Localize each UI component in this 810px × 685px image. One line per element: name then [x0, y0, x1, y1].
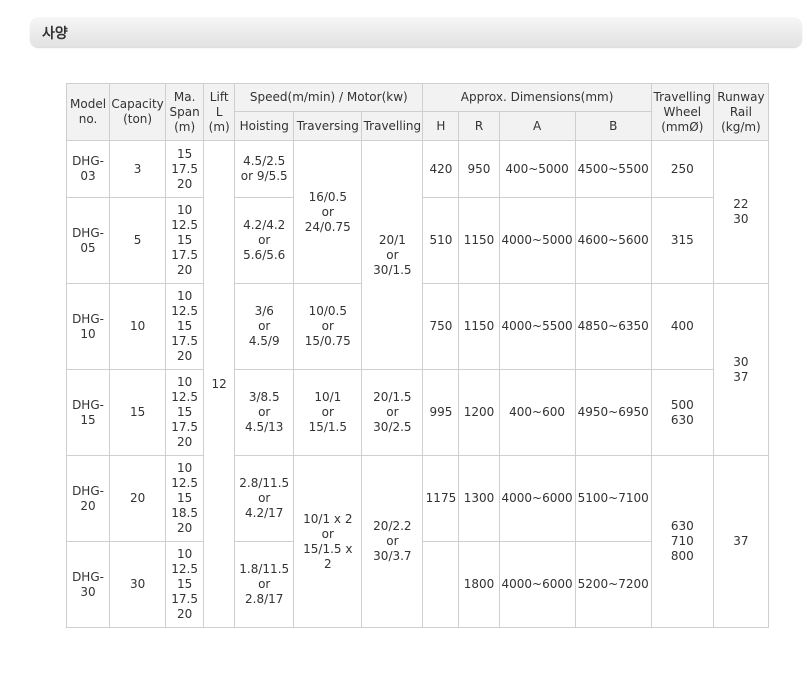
header-span: Ma. Span (m) — [165, 83, 205, 141]
cell-b: 5100~7100 — [574, 455, 652, 542]
cell-lift: 12 — [203, 140, 236, 628]
cell-traversing: 10/1 x 2 or 15/1.5 x 2 — [293, 455, 363, 628]
header-travelling: Travelling — [361, 111, 424, 141]
cell-b: 4850~6350 — [574, 283, 652, 370]
cell-capacity: 5 — [109, 197, 167, 284]
cell-hoisting: 4.5/2.5 or 9/5.5 — [234, 140, 295, 198]
header-a: A — [498, 111, 576, 141]
cell-a: 4000~6000 — [498, 541, 576, 628]
cell-span: 10 12.5 15 17.5 20 — [165, 283, 205, 370]
cell-rail: 22 30 — [712, 140, 770, 284]
cell-capacity: 15 — [109, 369, 167, 456]
cell-model: DHG- 10 — [65, 283, 111, 370]
cell-r: 1150 — [458, 283, 500, 370]
cell-hoisting: 1.8/11.5 or 2.8/17 — [234, 541, 295, 628]
header-speed-group: Speed(m/min) / Motor(kw) — [234, 83, 424, 112]
cell-traversing: 16/0.5 or 24/0.75 — [293, 140, 363, 284]
cell-r: 1800 — [458, 541, 500, 628]
header-b: B — [574, 111, 652, 141]
header-lift: Lift L (m) — [203, 83, 236, 141]
cell-h — [422, 541, 460, 628]
table-body: DHG- 03 3 15 17.5 20 12 4.5/2.5 or 9/5.5… — [65, 140, 770, 628]
cell-model: DHG- 15 — [65, 369, 111, 456]
cell-rail: 37 — [712, 455, 770, 628]
cell-b: 4500~5500 — [574, 140, 652, 198]
header-traversing: Traversing — [293, 111, 363, 141]
cell-travelling: 20/1 or 30/1.5 — [361, 140, 424, 370]
header-r: R — [458, 111, 500, 141]
cell-wheel: 630 710 800 — [650, 455, 714, 628]
cell-h: 995 — [422, 369, 460, 456]
cell-r: 1150 — [458, 197, 500, 284]
cell-wheel: 500 630 — [650, 369, 714, 456]
header-dimensions-group: Approx. Dimensions(mm) — [422, 83, 652, 112]
cell-r: 1200 — [458, 369, 500, 456]
cell-b: 4600~5600 — [574, 197, 652, 284]
cell-wheel: 250 — [650, 140, 714, 198]
cell-capacity: 30 — [109, 541, 167, 628]
header-h: H — [422, 111, 460, 141]
cell-wheel: 400 — [650, 283, 714, 370]
cell-a: 4000~5000 — [498, 197, 576, 284]
cell-span: 15 17.5 20 — [165, 140, 205, 198]
cell-a: 4000~5500 — [498, 283, 576, 370]
cell-wheel: 315 — [650, 197, 714, 284]
cell-span: 10 12.5 15 17.5 20 — [165, 369, 205, 456]
cell-a: 4000~6000 — [498, 455, 576, 542]
cell-hoisting: 3/8.5 or 4.5/13 — [234, 369, 295, 456]
cell-rail: 30 37 — [712, 283, 770, 456]
section-header: 사양 — [30, 17, 802, 47]
cell-b: 5200~7200 — [574, 541, 652, 628]
cell-h: 750 — [422, 283, 460, 370]
cell-r: 950 — [458, 140, 500, 198]
cell-hoisting: 2.8/11.5 or 4.2/17 — [234, 455, 295, 542]
cell-span: 10 12.5 15 17.5 20 — [165, 541, 205, 628]
cell-b: 4950~6950 — [574, 369, 652, 456]
header-model: Model no. — [65, 83, 111, 141]
header-rail: Runway Rail (kg/m) — [712, 83, 770, 141]
cell-traversing: 10/0.5 or 15/0.75 — [293, 283, 363, 370]
cell-a: 400~5000 — [498, 140, 576, 198]
cell-span: 10 12.5 15 17.5 20 — [165, 197, 205, 284]
cell-hoisting: 4.2/4.2 or 5.6/5.6 — [234, 197, 295, 284]
cell-h: 510 — [422, 197, 460, 284]
cell-h: 1175 — [422, 455, 460, 542]
header-capacity: Capacity (ton) — [109, 83, 167, 141]
table-row: DHG- 15 15 10 12.5 15 17.5 20 3/8.5 or 4… — [65, 369, 769, 456]
cell-r: 1300 — [458, 455, 500, 542]
cell-span: 10 12.5 15 18.5 20 — [165, 455, 205, 542]
cell-a: 400~600 — [498, 369, 576, 456]
cell-capacity: 20 — [109, 455, 167, 542]
cell-capacity: 3 — [109, 140, 167, 198]
header-hoisting: Hoisting — [234, 111, 295, 141]
cell-travelling: 20/2.2 or 30/3.7 — [361, 455, 424, 628]
cell-model: DHG- 20 — [65, 455, 111, 542]
spec-table: Model no. Capacity (ton) Ma. Span (m) Li… — [65, 83, 770, 628]
table-header: Model no. Capacity (ton) Ma. Span (m) Li… — [65, 83, 770, 141]
header-wheel: Travelling Wheel (mmØ) — [650, 83, 714, 141]
cell-travelling: 20/1.5 or 30/2.5 — [361, 369, 424, 456]
cell-h: 420 — [422, 140, 460, 198]
section-title: 사양 — [42, 26, 68, 42]
table-row: DHG- 20 20 10 12.5 15 18.5 20 2.8/11.5 o… — [65, 455, 770, 628]
table-row: DHG- 03 3 15 17.5 20 12 4.5/2.5 or 9/5.5… — [65, 140, 770, 628]
cell-model: DHG- 03 — [65, 140, 111, 198]
cell-hoisting: 3/6 or 4.5/9 — [234, 283, 295, 370]
cell-model: DHG- 05 — [65, 197, 111, 284]
cell-capacity: 10 — [109, 283, 167, 370]
cell-model: DHG- 30 — [65, 541, 111, 628]
cell-traversing: 10/1 or 15/1.5 — [293, 369, 363, 456]
